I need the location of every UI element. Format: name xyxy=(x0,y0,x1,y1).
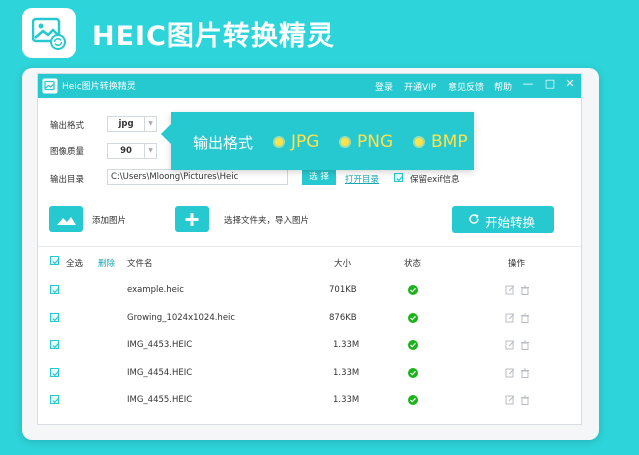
row-size: 1.33M xyxy=(333,368,360,378)
row-checkbox[interactable] xyxy=(50,313,59,322)
row-size: 1.33M xyxy=(333,395,360,405)
row-size: 701KB xyxy=(329,285,357,295)
add-image-icon[interactable] xyxy=(49,206,83,232)
row-filename: example.heic xyxy=(127,285,184,295)
col-header-name: 文件名 xyxy=(127,259,153,269)
trash-icon[interactable] xyxy=(520,313,530,323)
row-filename: IMG_4453.HEIC xyxy=(127,340,193,350)
menu-feedback[interactable]: 意见反馈 xyxy=(448,80,484,93)
app-icon xyxy=(42,78,58,94)
add-folder-button[interactable]: 选择文件夹，导入图片 xyxy=(224,214,309,226)
tooltip-option-png: PNG xyxy=(357,132,394,152)
checkmark-icon xyxy=(52,316,59,322)
checkmark-icon xyxy=(52,343,59,349)
select-all-checkbox[interactable] xyxy=(50,256,59,265)
close-icon[interactable]: ✕ xyxy=(563,77,577,90)
add-image-button[interactable]: 添加图片 xyxy=(92,214,126,226)
edit-icon[interactable] xyxy=(505,368,515,378)
row-size: 876KB xyxy=(329,313,357,323)
checkmark-icon xyxy=(396,176,403,182)
open-dir-link[interactable]: 打开目录 xyxy=(345,173,379,185)
row-filename: IMG_4455.HEIC xyxy=(127,395,193,405)
tooltip-label: 输出格式 xyxy=(193,134,254,152)
refresh-icon xyxy=(469,214,479,224)
trash-icon[interactable] xyxy=(520,395,530,405)
status-ok-icon xyxy=(408,395,418,405)
row-checkbox[interactable] xyxy=(50,285,59,294)
status-ok-icon xyxy=(408,285,418,295)
output-dir-field[interactable]: C:\Users\Mloong\Pictures\Heic xyxy=(107,169,288,185)
row-checkbox[interactable] xyxy=(50,368,59,377)
keep-exif-label: 保留exif信息 xyxy=(410,175,460,185)
col-header-size: 大小 xyxy=(334,259,352,269)
edit-icon[interactable] xyxy=(505,285,515,295)
select-all-label: 全选 xyxy=(66,259,84,269)
row-checkbox[interactable] xyxy=(50,340,59,349)
row-checkbox[interactable] xyxy=(50,395,59,404)
col-header-status: 状态 xyxy=(404,259,422,269)
tooltip-option-bmp: BMP xyxy=(431,132,468,152)
status-ok-icon xyxy=(408,340,418,350)
add-folder-icon[interactable] xyxy=(175,206,209,232)
trash-icon[interactable] xyxy=(520,285,530,295)
trash-icon[interactable] xyxy=(520,368,530,378)
quality-label: 图像质量 xyxy=(50,147,85,157)
convert-label: 开始转换 xyxy=(485,215,536,230)
format-tooltip: 输出格式 JPG PNG BMP xyxy=(161,112,474,170)
keep-exif-checkbox[interactable] xyxy=(394,173,403,182)
format-select[interactable]: jpg ▼ xyxy=(107,116,157,132)
status-ok-icon xyxy=(408,368,418,378)
start-convert-button[interactable]: 开始转换 xyxy=(452,206,554,233)
delete-link[interactable]: 删除 xyxy=(98,257,115,269)
bullet-icon xyxy=(341,138,349,146)
bullet-icon xyxy=(415,138,423,146)
format-label: 输出格式 xyxy=(50,121,85,131)
checkmark-icon xyxy=(52,259,59,265)
menu-login[interactable]: 登录 xyxy=(375,80,393,93)
bullet-icon xyxy=(275,138,283,146)
select-dir-button[interactable]: 选 择 xyxy=(302,169,336,185)
edit-icon[interactable] xyxy=(505,340,515,350)
menu-help[interactable]: 帮助 xyxy=(494,80,512,93)
status-ok-icon xyxy=(408,313,418,323)
chevron-down-icon: ▼ xyxy=(144,117,156,131)
checkmark-icon xyxy=(52,398,59,404)
row-filename: IMG_4454.HEIC xyxy=(127,368,193,378)
divider xyxy=(38,246,581,247)
chevron-down-icon: ▼ xyxy=(144,144,156,158)
checkmark-icon xyxy=(52,371,59,377)
menu-vip[interactable]: 开通VIP xyxy=(404,80,436,93)
row-size: 1.33M xyxy=(333,340,360,350)
output-dir-label: 输出目录 xyxy=(50,175,85,185)
app-logo xyxy=(22,8,76,58)
format-value: jpg xyxy=(118,119,134,129)
trash-icon[interactable] xyxy=(520,340,530,350)
quality-value: 90 xyxy=(120,146,132,156)
window-title: Heic图片转换精灵 xyxy=(62,82,136,92)
title-bar: Heic图片转换精灵 登录 开通VIP 意见反馈 帮助 — □ ✕ xyxy=(38,74,581,98)
quality-stepper[interactable]: 90 ▼ xyxy=(107,143,157,159)
edit-icon[interactable] xyxy=(505,313,515,323)
col-header-ops: 操作 xyxy=(508,259,526,269)
hero-title: HEIC图片转换精灵 xyxy=(92,21,335,52)
minimize-icon[interactable]: — xyxy=(521,77,535,90)
tooltip-option-jpg: JPG xyxy=(291,132,320,152)
maximize-icon[interactable]: □ xyxy=(543,77,557,90)
edit-icon[interactable] xyxy=(505,395,515,405)
image-convert-icon xyxy=(32,17,66,50)
checkmark-icon xyxy=(52,288,59,294)
row-filename: Growing_1024x1024.heic xyxy=(127,313,236,323)
